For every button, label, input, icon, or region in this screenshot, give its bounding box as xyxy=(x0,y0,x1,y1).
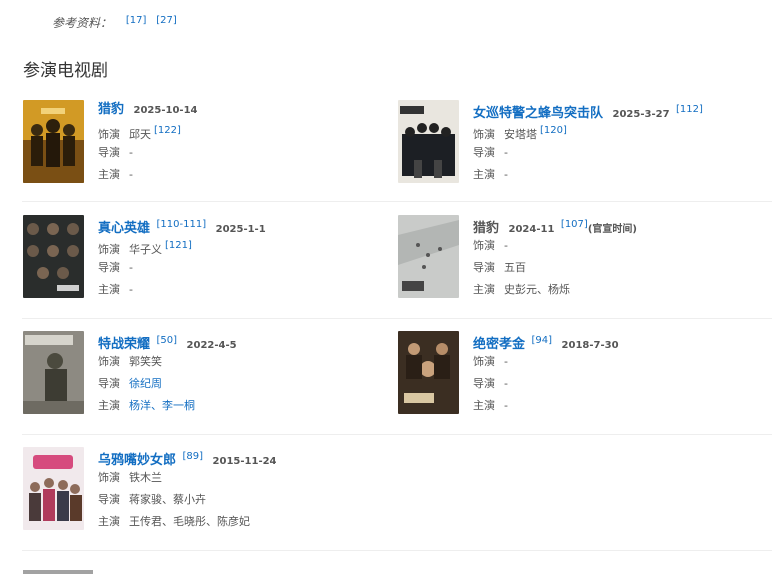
cast-value: - xyxy=(504,399,508,412)
tv-date: 2025-3-27 xyxy=(612,109,670,120)
reference-link[interactable]: [120] xyxy=(540,125,567,136)
reference-link[interactable]: [94] xyxy=(532,335,553,346)
director-value: - xyxy=(504,377,508,390)
director-label: 导演 xyxy=(98,261,120,274)
reference-link[interactable]: [112] xyxy=(676,104,703,115)
reference-link[interactable]: [50] xyxy=(157,335,178,346)
role-value: - xyxy=(504,239,508,252)
director-value: 蒋家骏、蔡小卉 xyxy=(129,493,206,506)
reference-link[interactable]: [17] xyxy=(126,15,147,26)
reference-link[interactable]: [121] xyxy=(165,240,192,251)
poster-image[interactable] xyxy=(23,447,84,530)
role-label: 饰演 xyxy=(473,239,495,252)
reference-link[interactable]: [122] xyxy=(154,125,181,136)
tv-title[interactable]: 猎豹 xyxy=(98,102,124,117)
row-divider xyxy=(22,201,772,202)
row-divider xyxy=(22,434,772,435)
tv-entry: 真心英雄 [110-111] 2025-1-1 饰演 华子义 [121] 导演 - 主… xyxy=(23,215,383,311)
cast-link[interactable]: 杨洋、李一桐 xyxy=(129,399,195,412)
tv-entry: 乌鸦嘴妙女郎 [89] 2015-11-24 饰演 铁木兰 导演 蒋家骏、蔡小卉 主… xyxy=(23,447,383,543)
role-label: 饰演 xyxy=(98,355,120,368)
tv-date: 2018-7-30 xyxy=(561,340,619,351)
cast-label: 主演 xyxy=(98,168,120,181)
cast-label: 主演 xyxy=(473,168,495,181)
role-label: 饰演 xyxy=(98,243,120,256)
poster-image[interactable] xyxy=(23,100,84,183)
role-label: 饰演 xyxy=(473,355,495,368)
cast-label: 主演 xyxy=(473,399,495,412)
reference-link[interactable]: [89] xyxy=(183,451,204,462)
director-link[interactable]: 徐纪周 xyxy=(129,377,162,390)
tv-date: 2025-10-14 xyxy=(133,105,198,116)
poster-image[interactable] xyxy=(398,331,459,414)
announce-note: (官宣时间) xyxy=(587,224,637,235)
references-line: 参考资料： [17] [27] xyxy=(52,14,183,31)
cast-value: 王传君、毛晓彤、陈彦妃 xyxy=(129,515,250,528)
director-label: 导演 xyxy=(98,146,120,159)
role-value: 安塔塔 xyxy=(504,128,537,141)
poster-image[interactable] xyxy=(398,215,459,298)
tv-entry: 猎豹 2024-11 [107](官宣时间) 饰演 - 导演 五百 主演 史彭元、杨烁 xyxy=(398,215,758,311)
poster-image[interactable] xyxy=(23,215,84,298)
section-title: 参演电视剧 xyxy=(23,61,108,81)
cast-label: 主演 xyxy=(473,283,495,296)
row-divider xyxy=(22,318,772,319)
director-label: 导演 xyxy=(98,493,120,506)
tv-title[interactable]: 女巡特警之蜂鸟突击队 xyxy=(473,106,603,121)
tv-title[interactable]: 真心英雄 xyxy=(98,221,150,236)
tv-title[interactable]: 乌鸦嘴妙女郎 xyxy=(98,453,176,468)
tv-entry: 绝密孝金 [94] 2018-7-30 饰演 - 导演 - 主演 - xyxy=(398,331,758,427)
role-value: - xyxy=(504,355,508,368)
tv-date: 2024-11 xyxy=(508,224,555,235)
reference-link[interactable]: [110-111] xyxy=(157,219,207,230)
tv-entry: 女巡特警之蜂鸟突击队 2025-3-27 [112] 饰演 安塔塔 [120] 导演… xyxy=(398,100,758,196)
cast-value: - xyxy=(504,168,508,181)
director-label: 导演 xyxy=(473,146,495,159)
cast-value: 史彭元、杨烁 xyxy=(504,283,570,296)
director-value: - xyxy=(129,146,133,159)
tv-date: 2022-4-5 xyxy=(186,340,237,351)
tv-title[interactable]: 绝密孝金 xyxy=(473,337,525,352)
cast-label: 主演 xyxy=(98,399,120,412)
tv-title[interactable]: 猎豹 xyxy=(473,221,499,236)
role-label: 饰演 xyxy=(473,128,495,141)
references-label: 参考资料： xyxy=(52,16,113,30)
role-value: 华子义 xyxy=(129,243,162,256)
role-value: 邱天 xyxy=(129,128,151,141)
tv-entry: 特战荣耀 [50] 2022-4-5 饰演 郭笑笑 导演 徐纪周 主演 杨洋、李一桐 xyxy=(23,331,383,427)
director-value: - xyxy=(129,261,133,274)
cast-label: 主演 xyxy=(98,283,120,296)
role-label: 饰演 xyxy=(98,471,120,484)
director-label: 导演 xyxy=(473,261,495,274)
cast-value: - xyxy=(129,168,133,181)
role-value: 郭笑笑 xyxy=(129,355,162,368)
poster-image[interactable] xyxy=(23,331,84,414)
role-value: 铁木兰 xyxy=(129,471,162,484)
cast-value: - xyxy=(129,283,133,296)
row-divider xyxy=(22,550,772,551)
tv-date: 2015-11-24 xyxy=(212,456,277,467)
tv-entry: 猎豹 2025-10-14 饰演 邱天 [122] 导演 - 主演 - xyxy=(23,100,383,196)
director-value: - xyxy=(504,146,508,159)
director-value: 五百 xyxy=(504,261,526,274)
director-label: 导演 xyxy=(473,377,495,390)
tv-date: 2025-1-1 xyxy=(215,224,266,235)
role-label: 饰演 xyxy=(98,128,120,141)
director-label: 导演 xyxy=(98,377,120,390)
reference-link[interactable]: [107] xyxy=(561,219,588,230)
reference-link[interactable]: [27] xyxy=(156,15,177,26)
cast-label: 主演 xyxy=(98,515,120,528)
poster-image[interactable] xyxy=(398,100,459,183)
tv-title[interactable]: 特战荣耀 xyxy=(98,337,150,352)
